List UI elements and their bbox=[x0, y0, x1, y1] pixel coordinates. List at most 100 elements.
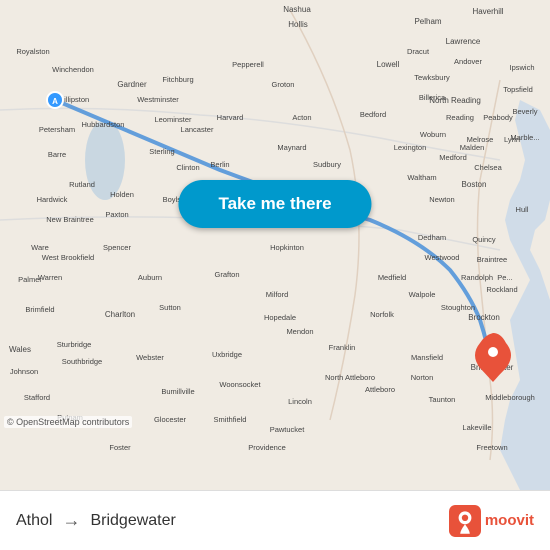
label-westminster: Westminster bbox=[137, 95, 179, 104]
label-mansfield: Mansfield bbox=[411, 353, 443, 362]
label-woonsocket: Woonsocket bbox=[219, 380, 261, 389]
label-hollis: Hollis bbox=[288, 20, 308, 29]
label-tewksbury: Tewksbury bbox=[414, 73, 450, 82]
label-medfield: Medfield bbox=[378, 273, 406, 282]
label-quincy: Quincy bbox=[472, 235, 496, 244]
label-ipswich: Ipswich bbox=[509, 63, 534, 72]
label-lynn: Lynn bbox=[504, 135, 520, 144]
label-dedham: Dedham bbox=[418, 233, 446, 242]
label-hull: Hull bbox=[516, 205, 529, 214]
label-warren: Warren bbox=[38, 273, 62, 282]
label-malden: Malden bbox=[460, 143, 485, 152]
label-dracut: Dracut bbox=[407, 47, 430, 56]
dest-marker-dot bbox=[488, 347, 498, 357]
label-petersham: Petersham bbox=[39, 125, 75, 134]
label-andover: Andover bbox=[454, 57, 482, 66]
label-randolph: Randolph bbox=[461, 273, 493, 282]
label-peabody: Peabody bbox=[483, 113, 513, 122]
label-norfolk: Norfolk bbox=[370, 310, 394, 319]
label-leominster: Leominster bbox=[154, 115, 192, 124]
route-info: Athol → Bridgewater bbox=[16, 510, 176, 531]
label-melrose: Melrose bbox=[467, 135, 494, 144]
label-berlin: Berlin bbox=[210, 160, 229, 169]
label-lexington: Lexington bbox=[394, 143, 427, 152]
label-lowell: Lowell bbox=[377, 60, 400, 69]
label-auburn: Auburn bbox=[138, 273, 162, 282]
label-stafford: Stafford bbox=[24, 393, 50, 402]
label-rockland: Rockland bbox=[486, 285, 517, 294]
label-sudbury: Sudbury bbox=[313, 160, 341, 169]
moovit-logo[interactable]: moovit bbox=[449, 505, 534, 537]
label-southbridge: Southbridge bbox=[62, 357, 102, 366]
label-hopkinton: Hopkinton bbox=[270, 243, 304, 252]
label-barre: Barre bbox=[48, 150, 66, 159]
label-harvard: Harvard bbox=[217, 113, 244, 122]
label-clinton: Clinton bbox=[176, 163, 199, 172]
label-sterling: Sterling bbox=[149, 147, 174, 156]
label-stoughton: Stoughton bbox=[441, 303, 475, 312]
label-billerica: Billerica bbox=[419, 93, 446, 102]
take-me-there-button[interactable]: Take me there bbox=[178, 180, 371, 228]
label-medford: Medford bbox=[439, 153, 467, 162]
label-providence: Providence bbox=[248, 443, 286, 452]
label-milford: Milford bbox=[266, 290, 289, 299]
label-pelham: Pelham bbox=[414, 17, 441, 26]
label-maynard: Maynard bbox=[277, 143, 306, 152]
label-norton: Norton bbox=[411, 373, 434, 382]
label-webster: Webster bbox=[136, 353, 164, 362]
label-groton: Groton bbox=[272, 80, 295, 89]
label-lawrence: Lawrence bbox=[446, 37, 481, 46]
label-johnson: Johnson bbox=[10, 367, 38, 376]
label-sturbridge: Sturbridge bbox=[57, 340, 92, 349]
footer: Athol → Bridgewater moovit bbox=[0, 490, 550, 550]
label-waltham: Waltham bbox=[407, 173, 436, 182]
label-ware: Ware bbox=[31, 243, 49, 252]
label-attleboro: Attleboro bbox=[365, 385, 395, 394]
label-uxbridge: Uxbridge bbox=[212, 350, 242, 359]
origin-label: A bbox=[52, 97, 58, 106]
label-reading: Reading bbox=[446, 113, 474, 122]
label-hardwick: Hardwick bbox=[37, 195, 68, 204]
label-paxton: Paxton bbox=[105, 210, 128, 219]
label-nashua: Nashua bbox=[283, 5, 311, 14]
osm-attribution: © OpenStreetMap contributors bbox=[4, 416, 132, 428]
label-fitchburg: Fitchburg bbox=[162, 75, 193, 84]
label-foster: Foster bbox=[109, 443, 131, 452]
label-west-brookfield: West Brookfield bbox=[42, 253, 94, 262]
label-pen: Pe... bbox=[497, 273, 512, 282]
label-brimfield: Brimfield bbox=[25, 305, 54, 314]
moovit-icon bbox=[449, 505, 481, 537]
moovit-brand-name: moovit bbox=[485, 512, 534, 529]
label-middleborough: Middleborough bbox=[485, 393, 535, 402]
label-newton: Newton bbox=[429, 195, 454, 204]
label-hubbardston: Hubbardston bbox=[82, 120, 125, 129]
label-brockton: Brockton bbox=[468, 313, 500, 322]
label-royalston: Royalston bbox=[16, 47, 49, 56]
label-walpole: Walpole bbox=[409, 290, 436, 299]
label-pawtucket: Pawtucket bbox=[270, 425, 306, 434]
label-beverly: Beverly bbox=[512, 107, 537, 116]
label-chelsea: Chelsea bbox=[474, 163, 502, 172]
label-haverhill: Haverhill bbox=[472, 7, 503, 16]
label-hopedale: Hopedale bbox=[264, 313, 296, 322]
destination-city: Bridgewater bbox=[90, 512, 175, 530]
label-lincoln: Lincoln bbox=[288, 397, 312, 406]
label-braintree: Braintree bbox=[477, 255, 507, 264]
label-woburn: Woburn bbox=[420, 130, 446, 139]
label-holden: Holden bbox=[110, 190, 134, 199]
label-grafton: Grafton bbox=[214, 270, 239, 279]
label-bedford: Bedford bbox=[360, 110, 386, 119]
label-charlton: Charlton bbox=[105, 310, 135, 319]
label-rutland: Rutland bbox=[69, 180, 95, 189]
label-glocester: Glocester bbox=[154, 415, 187, 424]
origin-city: Athol bbox=[16, 512, 52, 530]
label-topsfield: Topsfield bbox=[503, 85, 533, 94]
label-north-attleboro: North Attleboro bbox=[325, 373, 375, 382]
map-container: Nashua Haverhill Pelham Lawrence Lowell … bbox=[0, 0, 550, 490]
label-boston: Boston bbox=[462, 180, 487, 189]
label-westwood: Westwood bbox=[425, 253, 460, 262]
label-acton: Acton bbox=[292, 113, 311, 122]
label-taunton: Taunton bbox=[429, 395, 456, 404]
label-freetown: Freetown bbox=[476, 443, 507, 452]
label-spencer: Spencer bbox=[103, 243, 131, 252]
